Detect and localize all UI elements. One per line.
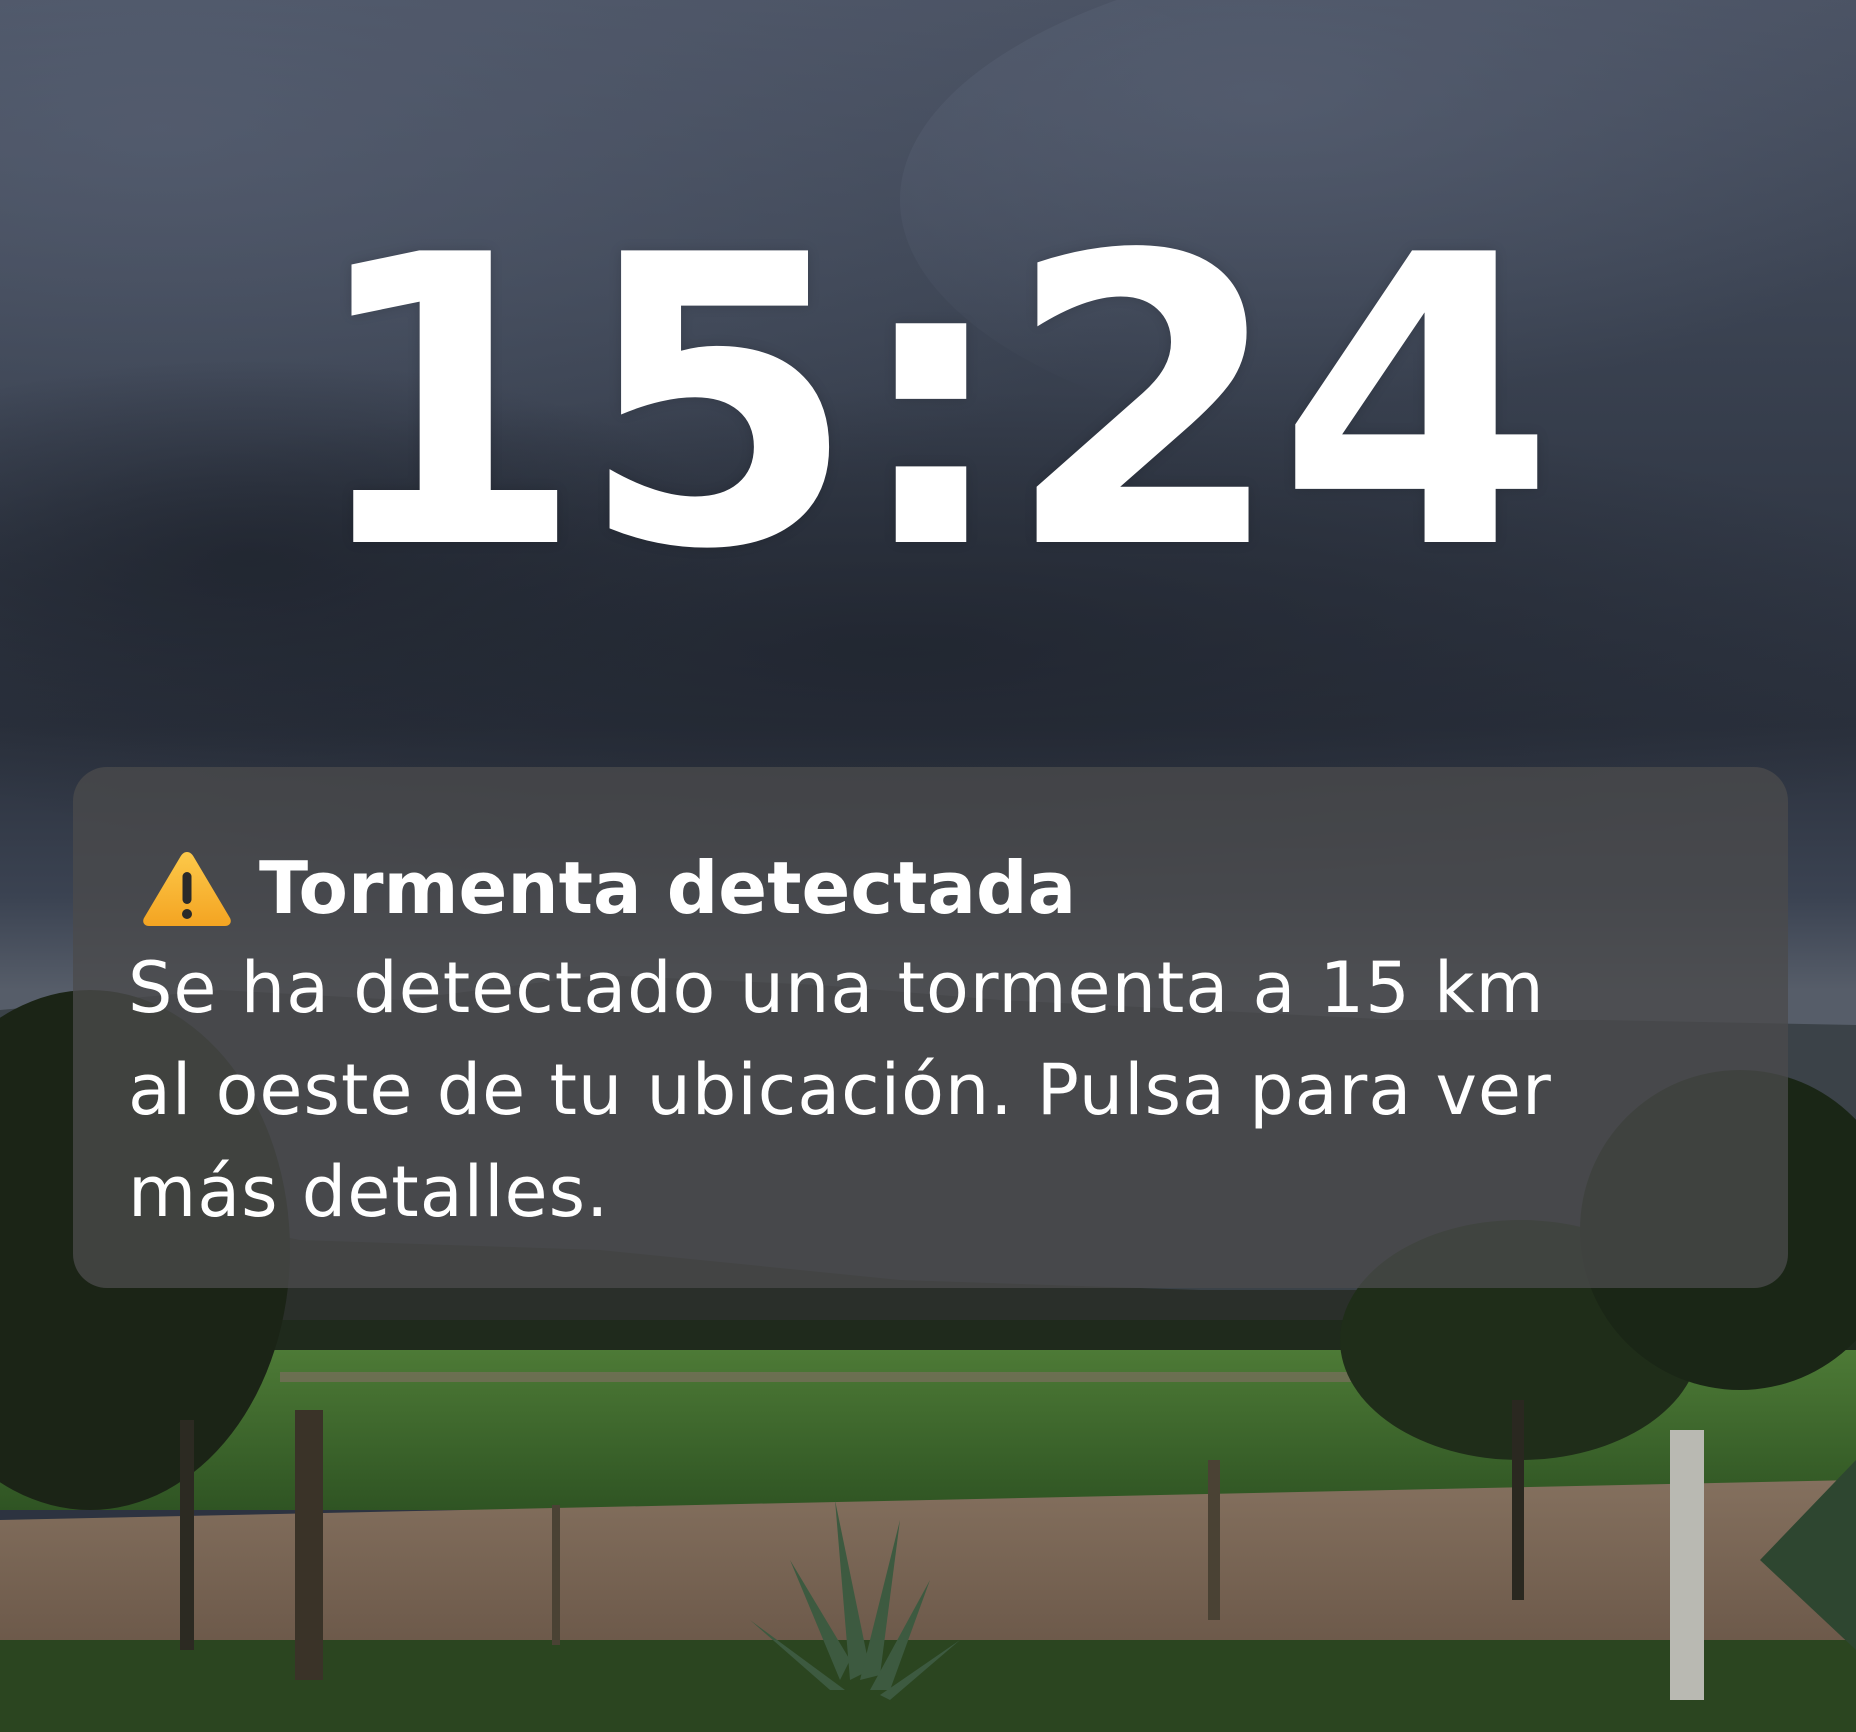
notification-body-line: más detalles. xyxy=(128,1151,610,1233)
storm-alert-notification[interactable]: Tormenta detectada Se ha detectado una t… xyxy=(73,767,1788,1288)
notification-title: Tormenta detectada xyxy=(259,846,1077,930)
notification-body: Se ha detectado una tormenta a 15 km al … xyxy=(128,937,1748,1243)
notification-body-line: Se ha detectado una tormenta a 15 km xyxy=(128,947,1545,1029)
warning-icon xyxy=(143,852,231,926)
notification-body-line: al oeste de tu ubicación. Pulsa para ver xyxy=(128,1049,1552,1131)
notification-header: Tormenta detectada xyxy=(141,845,1076,931)
lockscreen-clock: 15:24 xyxy=(306,172,1555,637)
lock-screen: 15:24 Tormenta detectada Se ha detectado… xyxy=(0,0,1856,1732)
